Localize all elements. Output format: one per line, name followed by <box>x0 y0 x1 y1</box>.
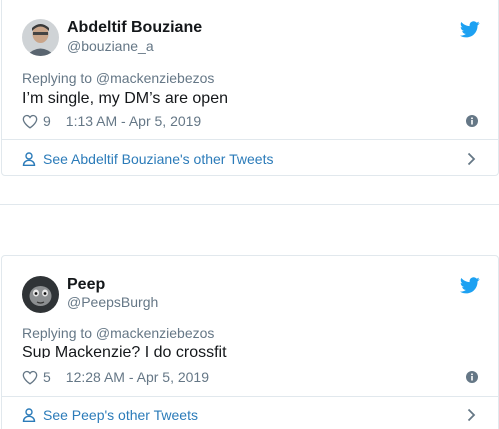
twitter-bird-icon[interactable] <box>460 277 480 294</box>
info-icon[interactable] <box>466 115 478 127</box>
heart-icon[interactable] <box>22 114 38 129</box>
display-name[interactable]: Peep <box>67 276 105 294</box>
heart-icon[interactable] <box>22 370 38 385</box>
person-icon <box>22 152 36 166</box>
replying-to[interactable]: Replying to @mackenziebezos <box>22 325 214 341</box>
see-other-tweets-link[interactable]: See Peep's other Tweets <box>22 407 198 423</box>
info-icon[interactable] <box>466 371 478 383</box>
timestamp[interactable]: 12:28 AM - Apr 5, 2019 <box>66 369 209 385</box>
chevron-right-icon[interactable] <box>467 152 476 166</box>
display-name[interactable]: Abdeltif Bouziane <box>67 19 202 37</box>
timestamp[interactable]: 1:13 AM - Apr 5, 2019 <box>66 113 201 129</box>
divider <box>2 396 498 397</box>
avatar[interactable] <box>22 276 59 313</box>
tweet-card: Abdeltif Bouziane @bouziane_a Replying t… <box>1 0 499 176</box>
twitter-bird-icon[interactable] <box>460 21 480 38</box>
see-other-tweets-link[interactable]: See Abdeltif Bouziane's other Tweets <box>22 151 273 167</box>
tweet-text: Sup Mackenzie? I do crossfit <box>22 344 227 358</box>
person-icon <box>22 408 36 422</box>
see-other-tweets-label[interactable]: See Peep's other Tweets <box>43 407 198 423</box>
avatar[interactable] <box>22 19 59 56</box>
tweet-meta: 9 1:13 AM - Apr 5, 2019 <box>22 113 201 129</box>
section-separator <box>0 204 499 205</box>
tweet-text: I’m single, my DM’s are open <box>22 90 228 107</box>
replying-to[interactable]: Replying to @mackenziebezos <box>22 70 214 86</box>
user-handle[interactable]: @bouziane_a <box>67 38 154 54</box>
divider <box>2 139 498 140</box>
user-handle[interactable]: @PeepsBurgh <box>67 294 158 310</box>
like-count[interactable]: 9 <box>43 113 51 129</box>
see-other-tweets-label[interactable]: See Abdeltif Bouziane's other Tweets <box>43 151 273 167</box>
tweet-meta: 5 12:28 AM - Apr 5, 2019 <box>22 369 209 385</box>
chevron-right-icon[interactable] <box>467 408 476 422</box>
tweet-card: Peep @PeepsBurgh Replying to @mackenzieb… <box>1 255 499 429</box>
like-count[interactable]: 5 <box>43 369 51 385</box>
